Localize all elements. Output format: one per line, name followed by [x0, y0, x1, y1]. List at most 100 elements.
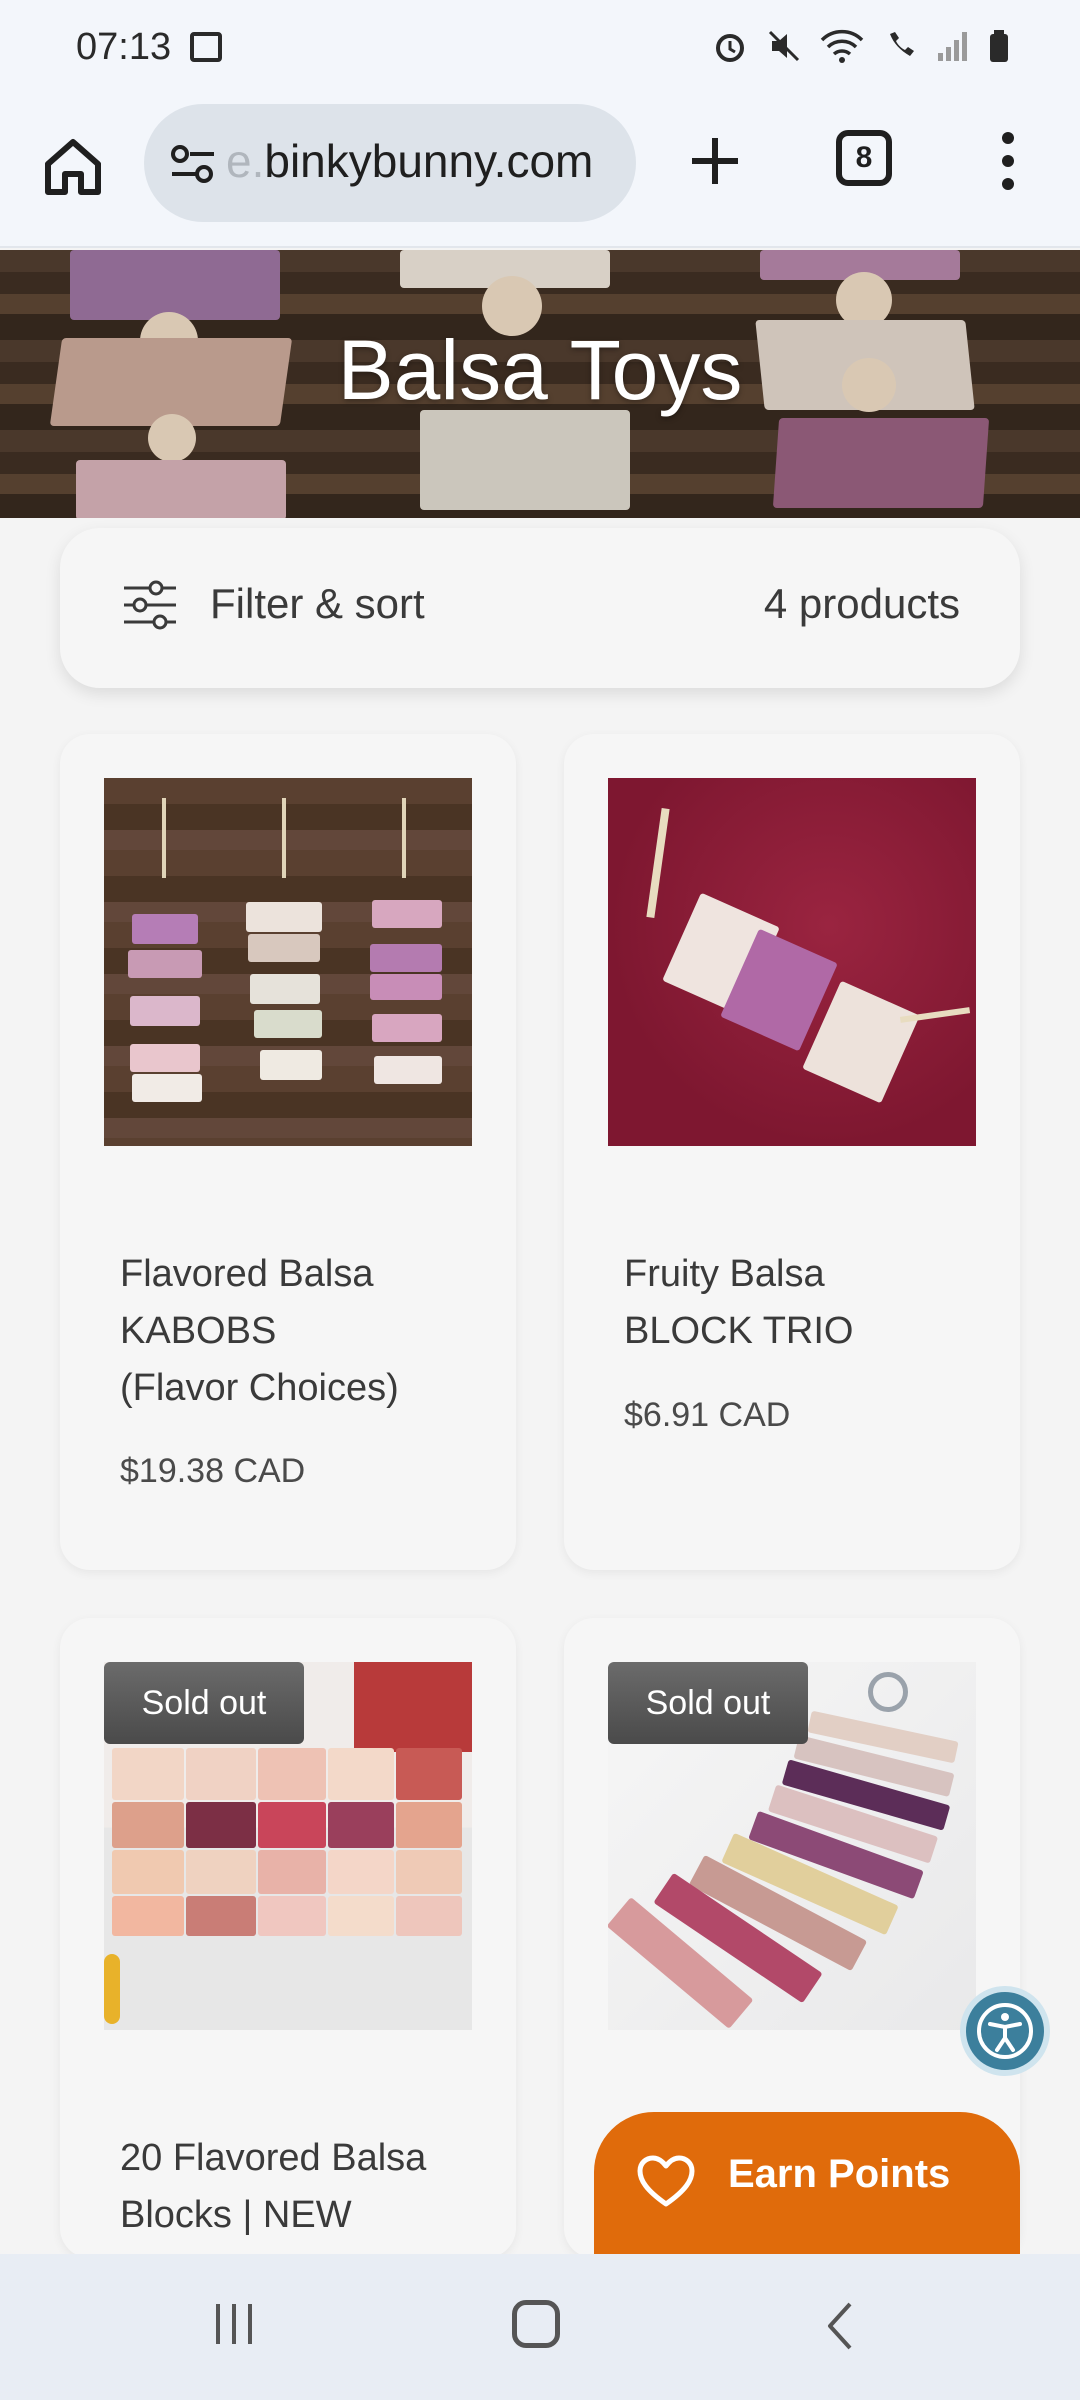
- status-bar: 07:13: [0, 0, 1080, 96]
- product-image-detail: [396, 1802, 462, 1848]
- product-title-line: BLOCK TRIO: [624, 1310, 854, 1352]
- product-title[interactable]: 20 Flavored Balsa Blocks | NEW: [120, 2130, 480, 2244]
- product-image-detail: [250, 974, 320, 1004]
- product-image-detail: [372, 1014, 442, 1042]
- product-image[interactable]: [608, 778, 976, 1146]
- product-image-detail: [282, 798, 286, 878]
- product-price: $6.91 CAD: [624, 1396, 791, 1434]
- product-image-detail: [112, 1896, 184, 1936]
- product-image-detail: [258, 1896, 326, 1936]
- product-title-line: KABOBS: [120, 1310, 277, 1352]
- product-image-detail: [646, 807, 670, 919]
- sold-out-badge: Sold out: [608, 1662, 808, 1744]
- product-image-detail: [258, 1802, 326, 1848]
- more-menu-icon[interactable]: [990, 126, 1026, 196]
- product-image-detail: [128, 950, 202, 978]
- battery-icon: [990, 30, 1008, 62]
- product-title-line: (Flavor Choices): [120, 1367, 399, 1409]
- home-icon[interactable]: [38, 132, 108, 202]
- browser-toolbar: e.binkybunny.com 8: [0, 96, 1080, 248]
- product-image-detail: [112, 1802, 184, 1848]
- product-image-detail: [328, 1896, 394, 1936]
- product-image-detail: [130, 996, 200, 1026]
- filter-icon: [124, 580, 176, 630]
- new-tab-icon[interactable]: [680, 126, 750, 196]
- page-title: Balsa Toys: [337, 323, 743, 417]
- product-image-detail: [254, 1010, 322, 1038]
- product-image-detail: [104, 1954, 120, 2024]
- product-image[interactable]: Sold out: [608, 1662, 976, 2030]
- product-image-detail: [186, 1850, 256, 1894]
- product-image-detail: [130, 1044, 200, 1072]
- product-image-detail: [396, 1748, 462, 1800]
- product-price: $19.38 CAD: [120, 1452, 306, 1490]
- product-image[interactable]: [104, 778, 472, 1146]
- tab-switcher-button[interactable]: 8: [836, 130, 892, 186]
- product-image-detail: [132, 1074, 202, 1102]
- product-image-detail: [112, 1748, 184, 1800]
- product-title-line: Flavored Balsa: [120, 1253, 374, 1295]
- product-image-detail: [372, 900, 442, 928]
- product-image-detail: [868, 1672, 908, 1712]
- status-icons: [712, 28, 1010, 64]
- alarm-icon: [716, 34, 744, 62]
- product-image-detail: [186, 1896, 256, 1936]
- product-title[interactable]: Flavored Balsa KABOBS (Flavor Choices): [120, 1246, 480, 1417]
- status-time: 07:13: [76, 26, 172, 68]
- product-image-detail: [354, 1662, 472, 1752]
- product-image-detail: [246, 902, 322, 932]
- address-bar[interactable]: e.binkybunny.com: [144, 104, 636, 222]
- product-image-detail: [186, 1748, 256, 1800]
- earn-points-button[interactable]: Earn Points: [594, 2112, 1020, 2272]
- filter-sort-label: Filter & sort: [210, 580, 425, 627]
- earn-points-label: Earn Points: [728, 2152, 951, 2196]
- nav-home-icon[interactable]: [512, 2300, 560, 2348]
- url-text: e.binkybunny.com: [226, 135, 594, 187]
- banner-decor: [148, 414, 196, 462]
- signal-icon: [938, 32, 967, 61]
- sold-out-badge: Sold out: [104, 1662, 304, 1744]
- product-card[interactable]: Sold out 20 Flavored Balsa Blocks | NEW: [60, 1618, 516, 2258]
- banner-decor: [70, 250, 280, 320]
- product-title-line: 20 Flavored Balsa: [120, 2137, 427, 2179]
- product-card[interactable]: Fruity Balsa BLOCK TRIO $6.91 CAD: [564, 734, 1020, 1570]
- product-image-detail: [248, 934, 320, 962]
- product-image-detail: [328, 1748, 394, 1800]
- banner-decor: [420, 410, 630, 510]
- collection-banner: Balsa Toys: [0, 250, 1080, 518]
- product-title[interactable]: Fruity Balsa BLOCK TRIO: [624, 1246, 984, 1360]
- product-image-detail: [258, 1850, 326, 1894]
- accessibility-button[interactable]: [960, 1986, 1050, 2076]
- product-count: 4 products: [763, 580, 960, 627]
- product-image-detail: [258, 1748, 326, 1800]
- product-image-detail: [402, 798, 406, 878]
- product-image-detail: [396, 1850, 462, 1894]
- product-image[interactable]: Sold out: [104, 1662, 472, 2030]
- product-image-detail: [132, 914, 198, 944]
- product-image-detail: [328, 1802, 394, 1848]
- site-settings-icon[interactable]: [168, 142, 218, 186]
- banner-decor: [772, 418, 990, 508]
- product-image-detail: [374, 1056, 442, 1084]
- product-card[interactable]: Flavored Balsa KABOBS (Flavor Choices) $…: [60, 734, 516, 1570]
- filter-sort-bar[interactable]: Filter & sort 4 products: [60, 528, 1020, 688]
- product-image-detail: [162, 798, 166, 878]
- product-image-detail: [370, 944, 442, 972]
- recents-icon[interactable]: [210, 2300, 258, 2348]
- product-image-detail: [370, 974, 442, 1000]
- wifi-call-icon: [890, 32, 914, 56]
- back-icon[interactable]: [818, 2300, 866, 2352]
- product-image-detail: [186, 1802, 256, 1848]
- product-title-line: Fruity Balsa: [624, 1253, 825, 1295]
- banner-decor: [76, 460, 286, 518]
- mute-icon: [768, 30, 800, 62]
- product-image-detail: [899, 1007, 971, 1023]
- product-image-detail: [328, 1850, 394, 1894]
- accessibility-icon: [977, 2003, 1033, 2059]
- wifi-icon: [820, 29, 864, 63]
- system-nav-bar: [0, 2254, 1080, 2400]
- product-title-line: Blocks | NEW: [120, 2194, 352, 2236]
- heart-icon: [637, 2155, 695, 2207]
- product-image-detail: [112, 1850, 184, 1894]
- product-image-detail: [260, 1050, 322, 1080]
